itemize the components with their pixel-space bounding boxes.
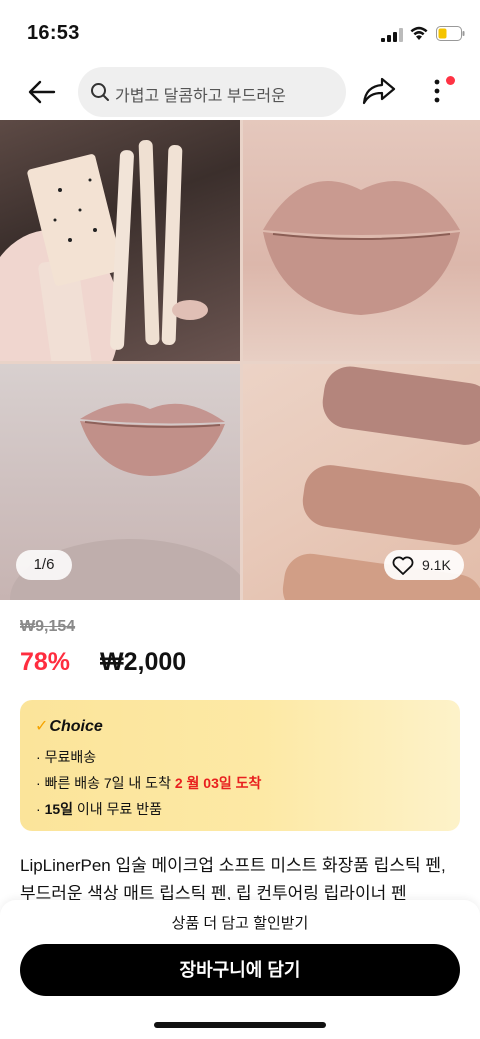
likes-count: 9.1K bbox=[422, 557, 451, 573]
choice-benefits-box[interactable]: ✓Choice · 무료배송 · 빠른 배송 7일 내 도착 2 월 03일 도… bbox=[20, 700, 460, 831]
search-bar[interactable]: 가볍고 달콤하고 부드러운 bbox=[78, 67, 346, 117]
notification-dot bbox=[446, 76, 455, 85]
delivery-date: 2 월 03일 도착 bbox=[174, 775, 262, 791]
benefit-text: 이내 무료 반품 bbox=[73, 801, 162, 817]
bundle-promo-text[interactable]: 상품 더 담고 할인받기 bbox=[0, 912, 480, 933]
benefit-free-return: · 15일 이내 무료 반품 bbox=[36, 801, 162, 817]
more-options-button[interactable] bbox=[425, 74, 455, 108]
benefit-text: 빠른 배송 7일 내 도착 bbox=[44, 775, 175, 791]
wifi-icon bbox=[410, 26, 428, 40]
home-indicator bbox=[154, 1022, 326, 1028]
benefit-free-shipping: · 무료배송 bbox=[36, 749, 97, 765]
battery-icon bbox=[436, 26, 465, 41]
back-arrow-icon[interactable] bbox=[26, 76, 58, 108]
product-photo-packaging bbox=[0, 120, 240, 361]
wishlist-button[interactable]: 9.1K bbox=[384, 550, 464, 580]
add-to-cart-button[interactable]: 장바구니에 담기 bbox=[20, 944, 460, 996]
cellular-signal-icon bbox=[381, 28, 403, 42]
original-price: ₩9,154 bbox=[20, 618, 76, 635]
product-image-gallery[interactable]: 1/6 9.1K bbox=[0, 120, 480, 600]
check-icon: ✓ bbox=[35, 718, 49, 735]
sale-price: ₩2,000 bbox=[100, 648, 187, 676]
search-input[interactable]: 가볍고 달콤하고 부드러운 bbox=[115, 82, 286, 106]
discount-percent: 78% bbox=[20, 648, 71, 676]
search-icon bbox=[91, 83, 109, 101]
benefit-text: 무료배송 bbox=[44, 749, 97, 765]
image-counter: 1/6 bbox=[16, 550, 72, 580]
choice-badge: ✓Choice bbox=[35, 716, 103, 736]
status-bar: 16:53 bbox=[0, 0, 480, 62]
status-time: 16:53 bbox=[27, 22, 80, 44]
product-photo-lips-closeup bbox=[243, 120, 480, 361]
bottom-action-bar: 상품 더 담고 할인받기 장바구니에 담기 bbox=[0, 900, 480, 1039]
choice-badge-label: Choice bbox=[49, 718, 103, 735]
return-days: 15일 bbox=[44, 801, 74, 817]
heart-icon bbox=[392, 556, 414, 575]
benefit-fast-delivery: · 빠른 배송 7일 내 도착 2 월 03일 도착 bbox=[36, 775, 262, 791]
top-navigation: 가볍고 달콤하고 부드러운 bbox=[0, 62, 480, 120]
share-icon[interactable] bbox=[361, 76, 397, 106]
